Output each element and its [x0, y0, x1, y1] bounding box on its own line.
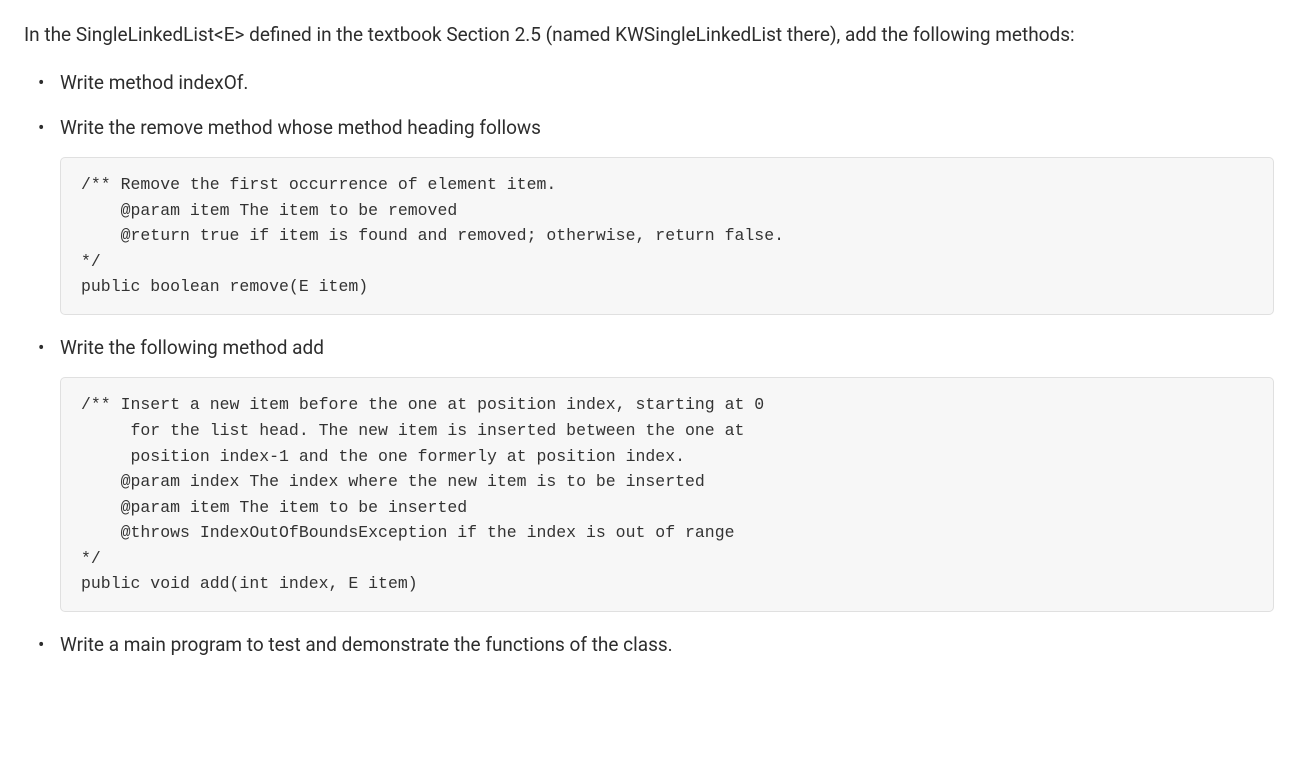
code-block-remove: /** Remove the first occurrence of eleme…: [60, 157, 1274, 315]
list-item-text: Write the following method add: [60, 336, 324, 359]
list-item-text: Write method indexOf.: [60, 71, 248, 94]
list-item-text: Write the remove method whose method hea…: [60, 116, 541, 139]
code-block-add: /** Insert a new item before the one at …: [60, 377, 1274, 612]
methods-list: Write method indexOf. Write the remove m…: [24, 68, 1274, 660]
intro-paragraph: In the SingleLinkedList<E> defined in th…: [24, 20, 1274, 50]
list-item-main: Write a main program to test and demonst…: [24, 630, 1274, 660]
list-item-indexof: Write method indexOf.: [24, 68, 1274, 98]
list-item-remove: Write the remove method whose method hea…: [24, 113, 1274, 315]
list-item-add: Write the following method add /** Inser…: [24, 333, 1274, 612]
list-item-text: Write a main program to test and demonst…: [60, 633, 673, 656]
